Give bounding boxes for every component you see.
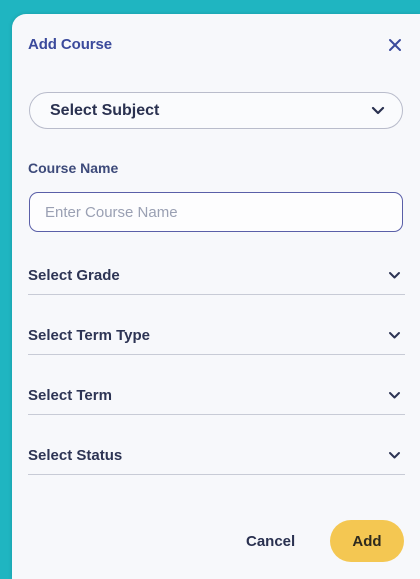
select-subject-dropdown[interactable]: Select Subject [29,92,403,129]
cancel-button[interactable]: Cancel [242,528,299,554]
add-button[interactable]: Add [330,520,404,562]
select-status-dropdown[interactable]: Select Status [28,437,405,475]
close-icon [389,39,401,51]
select-grade-label: Select Grade [28,267,120,284]
select-subject-label: Select Subject [50,101,160,119]
select-grade-dropdown[interactable]: Select Grade [28,257,405,295]
select-term-label: Select Term [28,387,112,404]
chevron-down-icon [370,103,386,119]
course-name-label: Course Name [28,160,119,176]
close-button[interactable] [384,34,406,56]
add-course-modal: Add Course Select Subject Course Name Se… [12,14,420,579]
chevron-down-icon [386,388,402,404]
chevron-down-icon [386,268,402,284]
modal-title: Add Course [28,36,113,53]
chevron-down-icon [386,448,402,464]
select-term-type-dropdown[interactable]: Select Term Type [28,317,405,355]
chevron-down-icon [386,328,402,344]
select-term-type-label: Select Term Type [28,327,150,344]
select-term-dropdown[interactable]: Select Term [28,377,405,415]
select-status-label: Select Status [28,447,123,464]
course-name-input[interactable] [29,192,403,232]
